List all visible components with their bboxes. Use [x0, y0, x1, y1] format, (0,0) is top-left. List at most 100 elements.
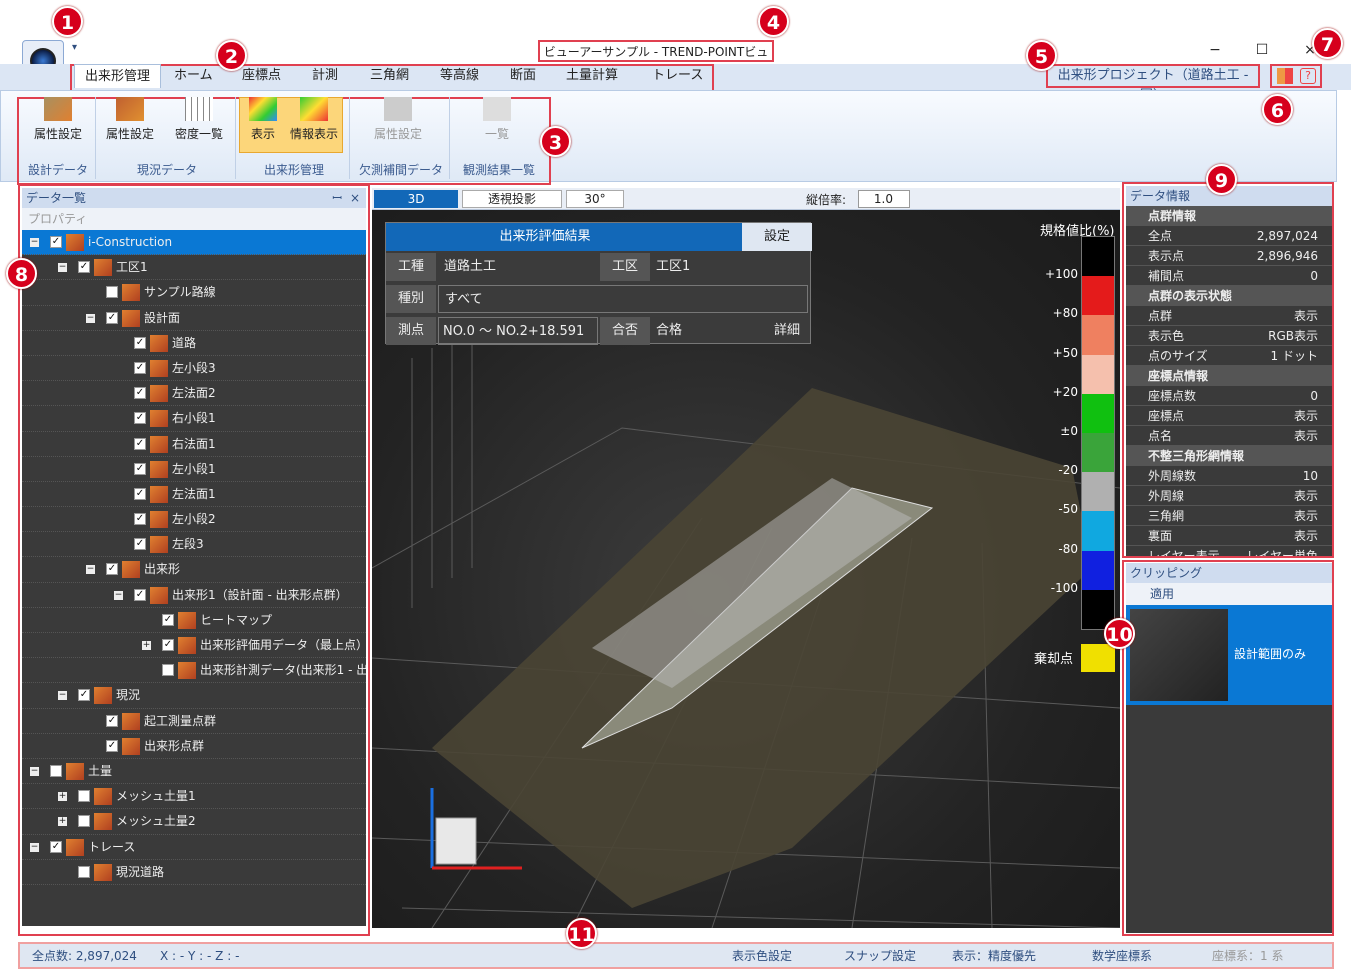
tree-item[interactable]: − ✓ トレース: [22, 835, 366, 860]
tree-expander[interactable]: −: [114, 590, 123, 600]
tree-item[interactable]: + メッシュ土量1: [22, 784, 366, 810]
tree-checkbox[interactable]: [162, 664, 174, 677]
tree-item[interactable]: − 土量: [22, 759, 366, 785]
sort-icon[interactable]: [1277, 68, 1293, 84]
tree-checkbox[interactable]: ✓: [134, 538, 146, 551]
maximize-button[interactable]: ☐: [1247, 40, 1277, 60]
eval-settings-button[interactable]: 設定: [742, 223, 812, 251]
tree-item[interactable]: 現況道路: [22, 860, 366, 885]
tree-item[interactable]: ✓ 左法面2: [22, 381, 366, 407]
tree-expander[interactable]: −: [30, 842, 39, 852]
clip-apply-button[interactable]: 適用: [1126, 583, 1332, 605]
tree-item[interactable]: ✓ 右小段1: [22, 406, 366, 432]
tree-item[interactable]: − ✓ i-Construction: [22, 230, 366, 256]
tree-item[interactable]: − ✓ 現況: [22, 683, 366, 709]
tree-expander[interactable]: −: [30, 766, 39, 776]
tree-checkbox[interactable]: ✓: [78, 689, 90, 702]
tree-checkbox[interactable]: [78, 790, 90, 803]
kind-select[interactable]: すべて: [438, 285, 808, 313]
tree-expander[interactable]: −: [58, 263, 67, 273]
tree-checkbox[interactable]: ✓: [106, 311, 118, 324]
tree-expander[interactable]: +: [142, 641, 151, 650]
tree-item[interactable]: ✓ 起工測量点群: [22, 709, 366, 734]
display-mode-button[interactable]: 表示：精度優先: [952, 944, 1036, 968]
tree-item[interactable]: ✓ 左段3: [22, 532, 366, 558]
tree-checkbox[interactable]: [106, 286, 118, 299]
tab-8[interactable]: トレース: [642, 64, 713, 88]
tree-expander[interactable]: −: [86, 313, 95, 323]
tab-0[interactable]: 出来形管理: [74, 64, 162, 88]
tree-expander[interactable]: +: [58, 817, 67, 827]
tree-checkbox[interactable]: ✓: [50, 236, 62, 248]
coord-system-button[interactable]: 数学座標系: [1092, 944, 1152, 968]
tree-expander[interactable]: −: [58, 691, 67, 701]
snap-settings-button[interactable]: スナップ設定: [844, 944, 916, 968]
info-display-button[interactable]: 情報表示: [285, 97, 343, 153]
density-list-button[interactable]: 密度一覧: [167, 97, 231, 153]
tree-checkbox[interactable]: [78, 865, 90, 878]
perspective-toggle[interactable]: 透視投影: [462, 190, 562, 208]
tab-6[interactable]: 断面: [500, 64, 546, 88]
tree-checkbox[interactable]: ✓: [134, 437, 146, 450]
clip-option-range[interactable]: 設計範囲のみ: [1126, 605, 1332, 705]
tree-checkbox[interactable]: ✓: [162, 613, 174, 626]
tab-4[interactable]: 三角網: [360, 64, 419, 88]
tree-item[interactable]: − ✓ 出来形1（設計面 - 出来形点群）: [22, 583, 366, 608]
scale-input[interactable]: 1.0: [858, 190, 910, 208]
tree-item[interactable]: − ✓ 工区1: [22, 255, 366, 281]
quick-access-dropdown[interactable]: ▾: [72, 42, 77, 53]
tree-item[interactable]: ✓ 左法面1: [22, 482, 366, 508]
tree-checkbox[interactable]: ✓: [134, 513, 146, 526]
tree-checkbox[interactable]: ✓: [134, 487, 146, 500]
angle-select[interactable]: 30°: [566, 190, 624, 208]
display-button[interactable]: 表示: [241, 97, 285, 153]
tree-item[interactable]: 出来形計測データ(出来形1 - 出: [22, 658, 366, 684]
tree-checkbox[interactable]: ✓: [106, 563, 118, 576]
tree-item[interactable]: ✓ 道路: [22, 331, 366, 356]
tree-item[interactable]: − ✓ 設計面: [22, 306, 366, 331]
tree-item[interactable]: + メッシュ土量2: [22, 809, 366, 835]
tab-7[interactable]: 土量計算: [556, 64, 628, 88]
tree-item[interactable]: ✓ 左小段2: [22, 507, 366, 533]
minimize-button[interactable]: −: [1200, 40, 1230, 60]
tree-item[interactable]: サンプル路線: [22, 280, 366, 306]
property-button[interactable]: プロパティ: [28, 212, 87, 226]
help-icon[interactable]: ?: [1300, 68, 1316, 84]
tree-expander[interactable]: −: [30, 238, 39, 247]
attr-missing-button[interactable]: 属性設定: [361, 97, 435, 153]
tree-item[interactable]: ✓ 左小段1: [22, 457, 366, 482]
pin-icon[interactable]: ꟷ: [332, 188, 342, 208]
color-settings-button[interactable]: 表示色設定: [732, 944, 792, 968]
tree-checkbox[interactable]: ✓: [134, 336, 146, 349]
tree-item[interactable]: ✓ 出来形点群: [22, 734, 366, 759]
tree-checkbox[interactable]: ✓: [50, 840, 62, 853]
tree-item[interactable]: ✓ ヒートマップ: [22, 608, 366, 633]
attr-current-button[interactable]: 属性設定: [99, 97, 161, 153]
tab-5[interactable]: 等高線: [430, 64, 489, 88]
tab-3[interactable]: 計測: [302, 64, 348, 88]
tree-checkbox[interactable]: ✓: [106, 714, 118, 727]
tree-checkbox[interactable]: ✓: [162, 639, 174, 651]
view-mode-3d[interactable]: 3D: [374, 190, 458, 208]
tree-item[interactable]: ✓ 左小段3: [22, 356, 366, 382]
tree-expander[interactable]: −: [86, 565, 95, 575]
detail-button[interactable]: 詳細: [766, 317, 808, 345]
tab-1[interactable]: ホーム: [164, 64, 223, 88]
tree-item[interactable]: − ✓ 出来形: [22, 557, 366, 583]
tree-item[interactable]: ✓ 右法面1: [22, 432, 366, 457]
tree-checkbox[interactable]: ✓: [134, 412, 146, 425]
tree-checkbox[interactable]: ✓: [134, 361, 146, 374]
observation-list-button[interactable]: 一覧: [467, 97, 527, 153]
tree-item[interactable]: + ✓ 出来形評価用データ（最上点）: [22, 633, 366, 659]
coord-zone-button[interactable]: 座標系：1 系: [1212, 944, 1283, 968]
tree-checkbox[interactable]: [78, 815, 90, 828]
panel-close-button[interactable]: ×: [350, 188, 360, 208]
tree-expander[interactable]: +: [58, 792, 67, 802]
tree-checkbox[interactable]: ✓: [134, 387, 146, 400]
tree-checkbox[interactable]: ✓: [134, 588, 146, 601]
tree-checkbox[interactable]: ✓: [106, 739, 118, 752]
tree-checkbox[interactable]: ✓: [134, 462, 146, 475]
tree-checkbox[interactable]: [50, 764, 62, 777]
tree-checkbox[interactable]: ✓: [78, 261, 90, 274]
attr-design-button[interactable]: 属性設定: [27, 97, 89, 153]
